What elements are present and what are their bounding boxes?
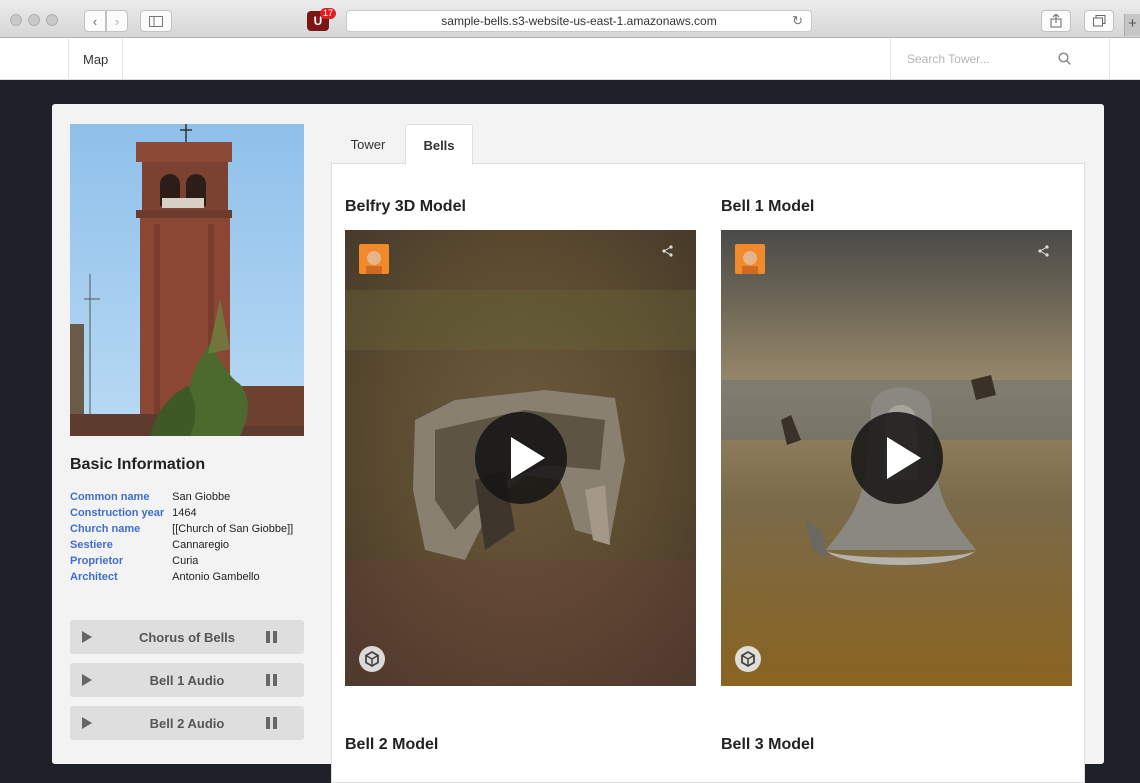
- share-icon[interactable]: [662, 245, 674, 257]
- audio-player: Bell 2 Audio: [70, 706, 304, 740]
- pause-icon[interactable]: [266, 631, 277, 643]
- search-box: [890, 38, 1110, 80]
- info-key: Construction year: [70, 507, 165, 519]
- info-key: Common name: [70, 491, 150, 503]
- tower-photo: [70, 124, 304, 436]
- site-navbar: Map: [0, 38, 1140, 80]
- pause-icon[interactable]: [266, 717, 277, 729]
- info-row: Church name [[Church of San Giobbe]]: [70, 523, 293, 539]
- bells-tab-panel: Belfry 3D Model Bell 1 Model Bell 2 Mode…: [331, 163, 1085, 783]
- info-row: Sestiere Cannaregio: [70, 539, 293, 555]
- nav-map-link[interactable]: Map: [68, 38, 124, 80]
- sidebar-icon: [149, 15, 163, 27]
- info-value: [[Church of San Giobbe]]: [172, 523, 294, 535]
- info-value: San Giobbe: [172, 491, 231, 503]
- share-button[interactable]: [1041, 10, 1071, 32]
- model-title: Bell 1 Model: [721, 198, 815, 215]
- play-model-button[interactable]: [851, 412, 943, 504]
- reload-icon[interactable]: ↻: [792, 13, 803, 29]
- info-value: Antonio Gambello: [172, 571, 260, 583]
- sidebar-button[interactable]: [140, 10, 172, 32]
- audio-player: Bell 1 Audio: [70, 663, 304, 697]
- info-key: Architect: [70, 571, 118, 583]
- play-model-button[interactable]: [475, 412, 567, 504]
- sketchfab-logo-icon[interactable]: [359, 646, 385, 672]
- info-row: Architect Antonio Gambello: [70, 571, 293, 587]
- tabs-icon: [1092, 15, 1105, 27]
- tower-card: Basic Information Common name San Giobbe …: [52, 104, 1104, 783]
- model-title: Bell 2 Model: [345, 736, 439, 753]
- info-key: Proprietor: [70, 555, 124, 567]
- audio-player: Chorus of Bells: [70, 620, 304, 654]
- info-value: 1464: [172, 507, 197, 519]
- basic-info-table: Common name San Giobbe Construction year 1…: [70, 491, 293, 587]
- url-text: sample-bells.s3-website-us-east-1.amazon…: [441, 14, 717, 28]
- info-row: Construction year 1464: [70, 507, 293, 523]
- model-title: Belfry 3D Model: [345, 198, 466, 215]
- search-icon[interactable]: [1058, 52, 1071, 65]
- info-key: Sestiere: [70, 539, 113, 551]
- browser-toolbar: ‹ › U 17 sample-bells.s3-website-us-east…: [0, 0, 1140, 38]
- model-title: Bell 3 Model: [721, 736, 815, 753]
- sketchfab-logo-icon[interactable]: [735, 646, 761, 672]
- info-row: Proprietor Curia: [70, 555, 293, 571]
- share-icon: [1050, 14, 1062, 28]
- tab-tower[interactable]: Tower: [336, 124, 400, 164]
- info-row: Common name San Giobbe: [70, 491, 293, 507]
- model-viewer-belfry[interactable]: [345, 230, 696, 686]
- pause-icon[interactable]: [266, 674, 277, 686]
- chevron-left-icon: ‹: [92, 13, 98, 29]
- tabs-overview-button[interactable]: [1084, 10, 1114, 32]
- zoom-window-button[interactable]: [46, 14, 58, 26]
- tab-bells[interactable]: Bells: [405, 124, 473, 165]
- author-avatar[interactable]: [735, 244, 765, 274]
- author-avatar[interactable]: [359, 244, 389, 274]
- extension-badge: 17: [320, 8, 337, 19]
- info-value: Curia: [172, 555, 199, 567]
- share-icon[interactable]: [1038, 245, 1050, 257]
- model-viewer-bell-1[interactable]: [721, 230, 1072, 686]
- info-value: Cannaregio: [172, 539, 230, 551]
- minimize-window-button[interactable]: [28, 14, 40, 26]
- basic-info-title: Basic Information: [70, 456, 206, 473]
- forward-button[interactable]: ›: [106, 10, 128, 32]
- search-input[interactable]: [907, 52, 1057, 66]
- new-tab-button[interactable]: +: [1124, 14, 1140, 36]
- address-bar[interactable]: sample-bells.s3-website-us-east-1.amazon…: [346, 10, 812, 32]
- close-window-button[interactable]: [10, 14, 22, 26]
- back-button[interactable]: ‹: [84, 10, 106, 32]
- info-key: Church name: [70, 523, 141, 535]
- chevron-right-icon: ›: [114, 13, 120, 29]
